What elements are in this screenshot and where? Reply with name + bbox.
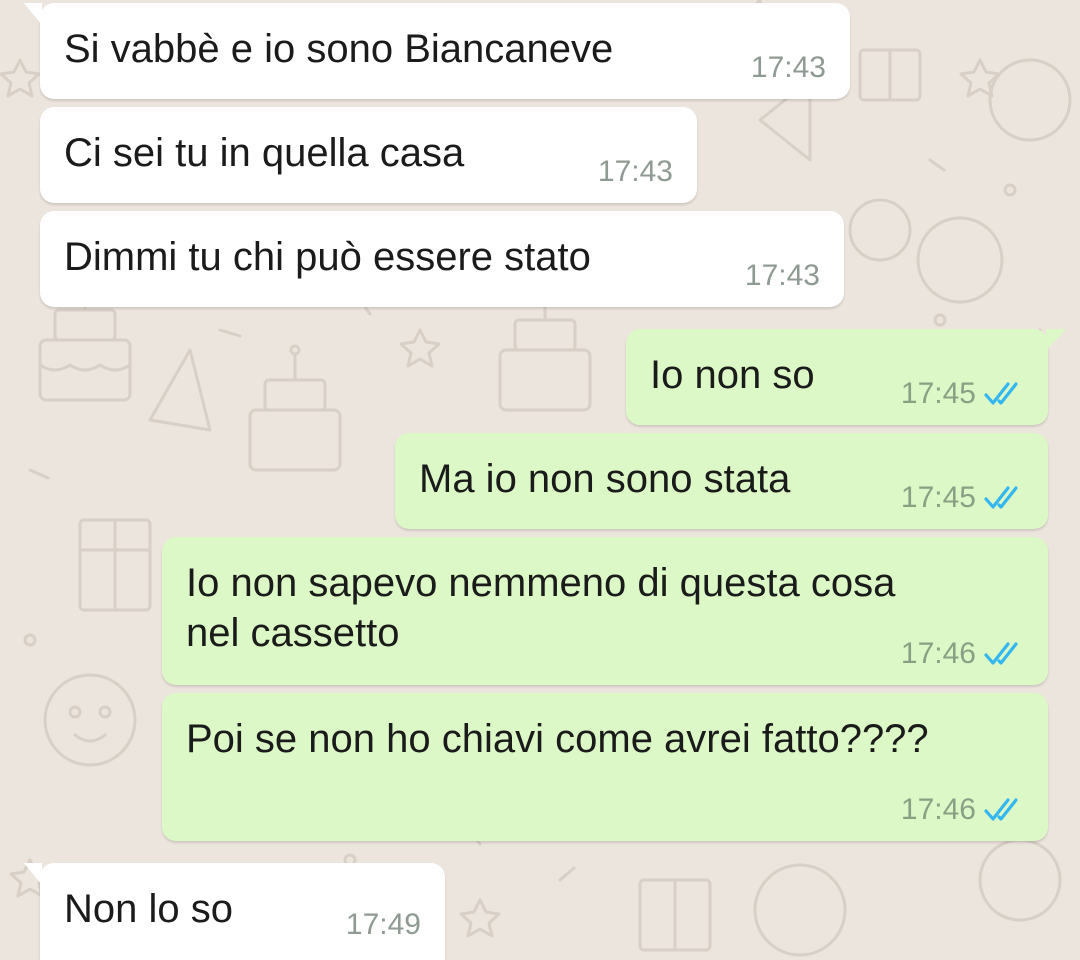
message-time: 17:49 [345,908,421,941]
bubble-tail [24,3,42,25]
message-time: 17:46 [900,637,976,670]
bubble-tail [24,863,42,885]
message-meta: 17:43 [751,51,826,85]
message-meta: 17:49 [346,908,421,942]
message-bubble-outgoing[interactable]: Poi se non ho chiavi come avrei fatto???… [162,693,1048,841]
message-bubble-incoming[interactable]: Si vabbè e io sono Biancaneve 17:43 [24,3,850,99]
bubble-tail [1046,329,1066,351]
message-text: Dimmi tu chi può essere stato [64,235,591,279]
message-text: Non lo so [64,887,233,931]
message-text: Io non sapevo nemmeno di questa cosa nel… [186,561,896,655]
message-text: Si vabbè e io sono Biancaneve [64,27,614,71]
message-bubble-incoming[interactable]: Ci sei tu in quella casa 17:43 [40,107,697,203]
double-check-icon [984,642,1018,665]
message-meta: 17:46 [901,793,1024,827]
message-time: 17:43 [744,259,820,292]
message-meta: 17:46 [901,637,1024,671]
message-meta: 17:45 [901,481,1024,515]
message-bubble-incoming[interactable]: Dimmi tu chi può essere stato 17:43 [40,211,844,307]
message-meta: 17:45 [901,377,1024,411]
message-bubble-outgoing[interactable]: Ma io non sono stata 17:45 [395,433,1048,529]
message-text: Ci sei tu in quella casa [64,131,465,175]
message-meta: 17:43 [745,259,820,293]
double-check-icon [984,798,1018,821]
message-bubble-incoming[interactable]: Non lo so 17:49 [24,863,445,960]
message-bubble-outgoing[interactable]: Io non so 17:45 [626,329,1066,425]
message-text: Ma io non sono stata [419,457,791,501]
message-bubble-outgoing[interactable]: Io non sapevo nemmeno di questa cosa nel… [162,537,1048,685]
message-time: 17:43 [750,51,826,84]
double-check-icon [984,382,1018,405]
double-check-icon [984,486,1018,509]
message-time: 17:46 [900,793,976,826]
message-meta: 17:43 [598,155,673,189]
message-text: Poi se non ho chiavi come avrei fatto???… [186,717,929,761]
message-text: Io non so [650,353,815,397]
message-time: 17:43 [597,155,673,188]
message-time: 17:45 [900,481,976,514]
message-time: 17:45 [900,377,976,410]
